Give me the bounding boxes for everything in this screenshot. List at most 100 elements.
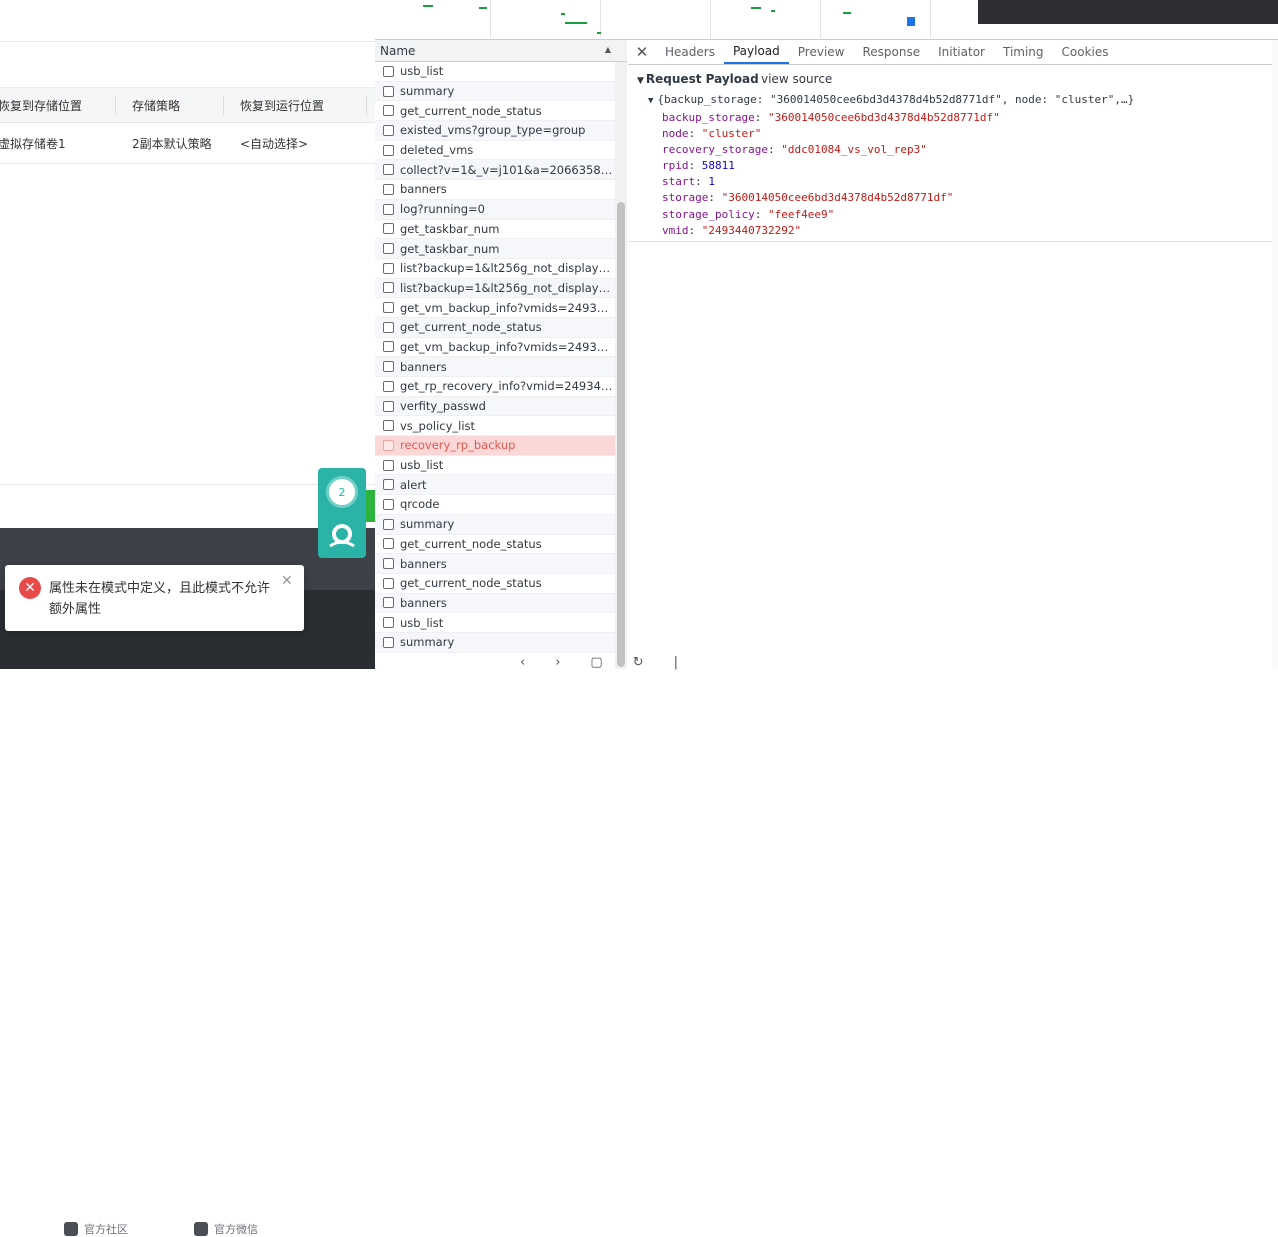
cell-restore-run-location[interactable]: <自动选择>	[240, 123, 308, 163]
request-row[interactable]: usb_list	[375, 62, 615, 82]
request-row[interactable]: banners	[375, 357, 615, 377]
request-row[interactable]: banners	[375, 554, 615, 574]
request-row[interactable]: get_vm_backup_info?vmids=2493440732...	[375, 298, 615, 318]
payload-section-title[interactable]: ▼ Request Payload	[637, 72, 759, 86]
request-row[interactable]: get_taskbar_num	[375, 239, 615, 259]
request-checkbox[interactable]	[383, 518, 394, 530]
primary-button-edge[interactable]	[366, 490, 375, 522]
request-checkbox[interactable]	[383, 183, 394, 195]
payload-property[interactable]: start: 1	[662, 174, 1000, 190]
tab-timing[interactable]: Timing	[994, 40, 1053, 64]
floating-assistant-panel[interactable]: 2	[318, 468, 366, 558]
request-row[interactable]: get_taskbar_num	[375, 220, 615, 240]
payload-property[interactable]: backup_storage: "360014050cee6bd3d4378d4…	[662, 110, 1000, 126]
tab-preview[interactable]: Preview	[789, 40, 854, 64]
request-row[interactable]: qrcode	[375, 495, 615, 515]
previous-icon[interactable]: ‹	[520, 655, 525, 670]
request-row[interactable]: summary	[375, 632, 615, 653]
request-checkbox[interactable]	[383, 439, 394, 451]
name-column-header[interactable]: Name	[380, 44, 415, 58]
cell-restore-storage[interactable]: 虚拟存储卷1	[0, 123, 66, 163]
request-row[interactable]: vs_policy_list	[375, 416, 615, 437]
request-checkbox[interactable]	[383, 361, 394, 373]
payload-object-summary[interactable]: ▼ {backup_storage: "360014050cee6bd3d4378…	[648, 93, 1134, 106]
request-checkbox[interactable]	[383, 400, 394, 412]
assistant-logo-icon[interactable]	[324, 520, 360, 552]
request-checkbox[interactable]	[383, 85, 394, 97]
request-checkbox[interactable]	[383, 105, 394, 117]
request-checkbox[interactable]	[383, 617, 394, 629]
request-checkbox[interactable]	[383, 124, 394, 136]
view-source-link[interactable]: view source	[761, 72, 832, 86]
request-row[interactable]: verfity_passwd	[375, 396, 615, 417]
request-checkbox[interactable]	[383, 577, 394, 589]
table-row[interactable]: 虚拟存储卷1 2副本默认策略 <自动选择>	[0, 123, 375, 164]
request-checkbox[interactable]	[383, 498, 394, 510]
request-checkbox[interactable]	[383, 321, 394, 333]
request-row[interactable]: log?running=0	[375, 199, 615, 220]
tab-payload[interactable]: Payload	[723, 40, 789, 64]
notification-badge[interactable]: 2	[326, 476, 358, 508]
request-row[interactable]: get_vm_backup_info?vmids=2493440732...	[375, 338, 615, 358]
request-row[interactable]: summary	[375, 514, 615, 535]
request-checkbox[interactable]	[383, 479, 394, 491]
close-icon[interactable]: ✕	[281, 573, 293, 589]
payload-property[interactable]: rpid: 58811	[662, 158, 1000, 174]
cell-storage-policy[interactable]: 2副本默认策略	[132, 123, 212, 163]
request-row[interactable]: banners	[375, 593, 615, 614]
request-row[interactable]: get_current_node_status	[375, 535, 615, 555]
expand-triangle-icon[interactable]: ▼	[648, 96, 653, 106]
request-checkbox[interactable]	[383, 223, 394, 235]
request-checkbox[interactable]	[383, 302, 394, 314]
request-row[interactable]: recovery_rp_backup	[375, 436, 615, 456]
payload-property[interactable]: storage_policy: "feef4ee9"	[662, 207, 1000, 223]
request-row[interactable]: deleted_vms	[375, 141, 615, 161]
request-checkbox[interactable]	[383, 538, 394, 550]
request-checkbox[interactable]	[383, 164, 394, 176]
request-row[interactable]: usb_list	[375, 456, 615, 476]
request-checkbox[interactable]	[383, 65, 394, 77]
tab-initiator[interactable]: Initiator	[929, 40, 994, 64]
payload-property[interactable]: recovery_storage: "ddc01084_vs_vol_rep3"	[662, 142, 1000, 158]
next-icon[interactable]: ›	[555, 655, 560, 670]
footer-link-wechat[interactable]: 官方微信	[194, 1221, 258, 1237]
request-row[interactable]: summary	[375, 81, 615, 102]
request-row[interactable]: usb_list	[375, 613, 615, 633]
request-checkbox[interactable]	[383, 597, 394, 609]
expand-triangle-icon[interactable]: ▼	[637, 76, 644, 86]
request-row[interactable]: collect?v=1&_v=j101&a=2066358317&t...	[375, 160, 615, 181]
request-checkbox[interactable]	[383, 203, 394, 215]
request-row[interactable]: list?backup=1&lt256g_not_display=1	[375, 278, 615, 299]
request-row[interactable]: list?backup=1&lt256g_not_display=1	[375, 259, 615, 279]
request-list-header[interactable]: Name ▲	[375, 40, 627, 62]
close-icon[interactable]: ✕	[628, 40, 656, 64]
request-row[interactable]: get_current_node_status	[375, 317, 615, 338]
tab-response[interactable]: Response	[853, 40, 929, 64]
request-row[interactable]: banners	[375, 180, 615, 200]
request-row[interactable]: get_rp_recovery_info?vmid=2493440732...	[375, 377, 615, 397]
sort-ascending-icon[interactable]: ▲	[605, 45, 611, 54]
payload-property[interactable]: node: "cluster"	[662, 126, 1000, 142]
payload-property[interactable]: storage: "360014050cee6bd3d4378d4b52d877…	[662, 190, 1000, 206]
request-checkbox[interactable]	[383, 282, 394, 294]
footer-link-community[interactable]: 官方社区	[64, 1221, 128, 1237]
copy-icon[interactable]: ▢	[590, 655, 602, 670]
request-list-scrollbar[interactable]	[615, 62, 627, 669]
request-checkbox[interactable]	[383, 243, 394, 255]
request-checkbox[interactable]	[383, 341, 394, 353]
payload-property[interactable]: vmid: "2493440732292"	[662, 223, 1000, 239]
request-checkbox[interactable]	[383, 420, 394, 432]
tab-headers[interactable]: Headers	[656, 40, 724, 64]
rotate-icon[interactable]: ↻	[633, 655, 644, 670]
request-row[interactable]: get_current_node_status	[375, 101, 615, 122]
request-checkbox[interactable]	[383, 144, 394, 156]
scrollbar-thumb[interactable]	[617, 202, 625, 667]
request-checkbox[interactable]	[383, 262, 394, 274]
network-timeline-overview[interactable]	[375, 0, 1278, 40]
detail-scrollbar[interactable]	[1272, 40, 1278, 669]
request-row[interactable]: get_current_node_status	[375, 574, 615, 594]
request-checkbox[interactable]	[383, 380, 394, 392]
request-checkbox[interactable]	[383, 636, 394, 648]
request-row[interactable]: alert	[375, 475, 615, 496]
request-row[interactable]: existed_vms?group_type=group	[375, 121, 615, 141]
